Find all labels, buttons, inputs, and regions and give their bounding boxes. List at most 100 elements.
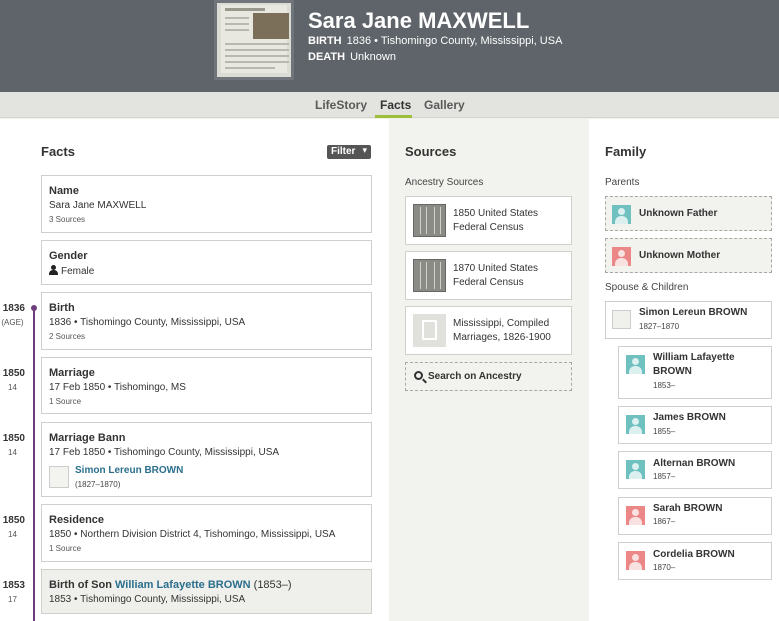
photo-text-line <box>225 43 289 45</box>
timeline-age: (AGE) <box>1 318 24 327</box>
fact-title: Marriage <box>49 367 95 379</box>
child-dates: 1857– <box>653 472 676 481</box>
spouse-photo-placeholder[interactable] <box>49 466 69 488</box>
document-glyph <box>422 320 437 340</box>
timeline-year: 1836 <box>2 303 25 314</box>
gender-value: Female <box>61 266 95 277</box>
timeline-age: 14 <box>8 448 17 457</box>
child-card[interactable]: Sarah BROWN 1867– <box>618 497 772 535</box>
child-name: Cordelia BROWN <box>653 549 735 560</box>
photo-text-line <box>225 49 289 51</box>
fact-title: Name <box>49 185 79 197</box>
spouse-children-label: Spouse & Children <box>605 282 689 293</box>
timeline-year: 1853 <box>2 580 25 591</box>
thumb-stripe <box>426 207 427 234</box>
tab-lifestory[interactable]: LifeStory <box>315 98 367 112</box>
ancestry-sources-label: Ancestry Sources <box>405 177 484 188</box>
parent-mother-card[interactable]: Unknown Mother <box>605 238 772 273</box>
male-avatar-icon <box>626 415 645 434</box>
fact-title: Marriage Bann <box>49 432 126 444</box>
child-card[interactable]: James BROWN 1855– <box>618 406 772 444</box>
source-card[interactable]: Mississippi, Compiled Marriages, 1826-19… <box>405 306 572 355</box>
search-on-ancestry-button[interactable]: Search on Ancestry <box>405 362 572 391</box>
timeline-age: 14 <box>8 383 17 392</box>
photo-placeholder-icon <box>612 310 631 329</box>
child-name: William Lafayette BROWN <box>653 352 735 377</box>
search-label: Search on Ancestry <box>428 371 522 382</box>
source-title: Mississippi, Compiled Marriages, 1826-19… <box>453 318 551 343</box>
fact-detail: 17 Feb 1850 • Tishomingo, MS <box>49 382 186 393</box>
timeline-year: 1850 <box>2 515 25 526</box>
photo-text-line <box>225 23 249 25</box>
filter-label: Filter <box>331 146 356 157</box>
fact-detail: 1850 • Northern Division District 4, Tis… <box>49 529 336 540</box>
death-summary: DEATH Unknown <box>308 51 396 63</box>
fact-birth[interactable]: Birth 1836 • Tishomingo County, Mississi… <box>41 292 372 350</box>
fact-title: Birth of Son William Lafayette BROWN (18… <box>49 579 292 591</box>
child-dates: 1853– <box>653 381 676 390</box>
fact-title-prefix: Birth of Son <box>49 579 112 591</box>
female-avatar-icon <box>626 551 645 570</box>
child-link[interactable]: William Lafayette BROWN <box>115 579 251 591</box>
person-header: Sara Jane MAXWELL BIRTH 1836 • Tishomingo… <box>0 0 779 92</box>
thumb-stripe <box>440 207 441 234</box>
death-value: Unknown <box>350 51 396 63</box>
fact-detail: 1836 • Tishomingo County, Mississippi, U… <box>49 317 246 328</box>
photo-title-line <box>225 8 265 11</box>
photo-text-line <box>225 61 289 63</box>
fact-birth-of-son[interactable]: Birth of Son William Lafayette BROWN (18… <box>41 569 372 614</box>
child-name: Alternan BROWN <box>653 458 736 469</box>
spouse-card[interactable]: Simon Lereun BROWN 1827–1870 <box>605 301 772 339</box>
birth-label: BIRTH <box>308 35 342 47</box>
fact-marriage-bann[interactable]: Marriage Bann 17 Feb 1850 • Tishomingo C… <box>41 422 372 497</box>
thumb-stripe <box>434 262 435 289</box>
male-avatar-icon <box>626 355 645 374</box>
parent-father-card[interactable]: Unknown Father <box>605 196 772 231</box>
timeline-dot <box>31 305 37 311</box>
profile-photo[interactable] <box>214 0 294 80</box>
child-card[interactable]: William Lafayette BROWN 1853– <box>618 346 772 399</box>
female-avatar-icon <box>612 247 631 266</box>
sources-heading: Sources <box>405 144 457 159</box>
family-heading: Family <box>605 144 647 159</box>
child-dates: (1853–) <box>253 579 292 591</box>
child-card[interactable]: Alternan BROWN 1857– <box>618 451 772 489</box>
spouse-link[interactable]: Simon Lereun BROWN <box>75 465 183 476</box>
spouse-dates: (1827–1870) <box>75 480 121 489</box>
source-card[interactable]: 1870 United States Federal Census <box>405 251 572 300</box>
timeline-year: 1850 <box>2 433 25 444</box>
timeline-age: 17 <box>8 595 17 604</box>
fact-name[interactable]: Name Sara Jane MAXWELL 3 Sources <box>41 175 372 233</box>
death-label: DEATH <box>308 51 346 63</box>
fact-title: Birth <box>49 302 75 314</box>
child-card[interactable]: Cordelia BROWN 1870– <box>618 542 772 580</box>
fact-marriage[interactable]: Marriage 17 Feb 1850 • Tishomingo, MS 1 … <box>41 357 372 414</box>
thumb-stripe <box>426 262 427 289</box>
tab-gallery[interactable]: Gallery <box>424 98 465 112</box>
photo-image <box>253 13 289 39</box>
fact-gender[interactable]: Gender Female <box>41 240 372 285</box>
chevron-down-icon: ▾ <box>362 145 367 155</box>
timeline-year: 1850 <box>2 368 25 379</box>
child-name: Sarah BROWN <box>653 503 723 514</box>
active-tab-indicator <box>375 115 412 118</box>
tab-facts[interactable]: Facts <box>380 98 411 112</box>
filter-button[interactable]: Filter ▾ <box>327 145 371 159</box>
census-thumbnail <box>413 204 446 237</box>
fact-detail: 1853 • Tishomingo County, Mississippi, U… <box>49 594 246 605</box>
fact-residence[interactable]: Residence 1850 • Northern Division Distr… <box>41 504 372 562</box>
source-title: 1870 United States Federal Census <box>453 263 539 288</box>
parents-label: Parents <box>605 177 640 188</box>
child-name: James BROWN <box>653 412 726 423</box>
fact-detail: 17 Feb 1850 • Tishomingo County, Mississ… <box>49 447 280 458</box>
thumb-stripe <box>420 207 421 234</box>
census-thumbnail <box>413 259 446 292</box>
source-card[interactable]: 1850 United States Federal Census <box>405 196 572 245</box>
thumb-stripe <box>434 207 435 234</box>
facts-heading: Facts <box>41 144 75 159</box>
person-icon <box>49 265 58 275</box>
child-dates: 1867– <box>653 517 676 526</box>
timeline-age: 14 <box>8 530 17 539</box>
photo-text-line <box>225 17 249 19</box>
thumb-stripe <box>420 262 421 289</box>
